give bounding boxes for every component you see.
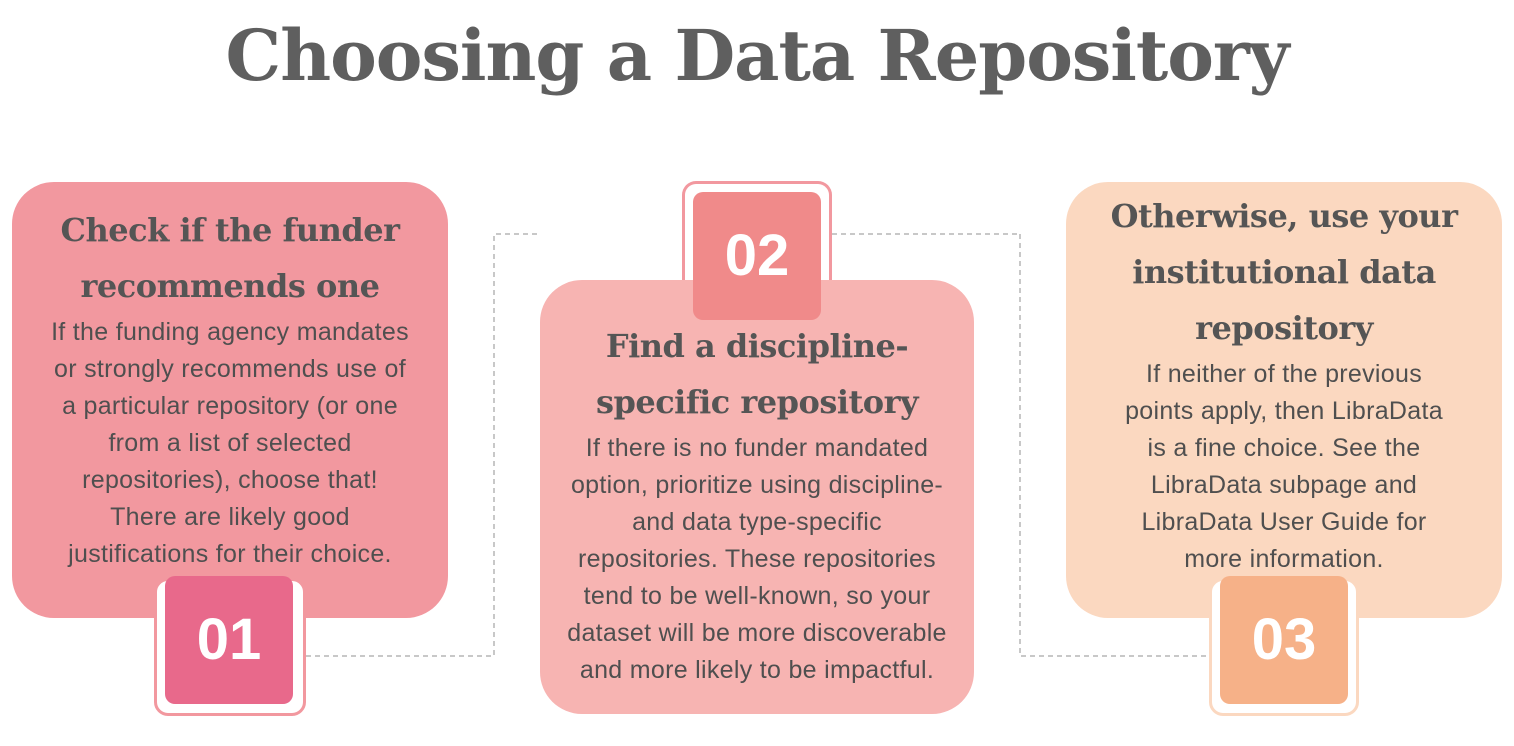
step-3-body-line: LibraData subpage and [1150, 471, 1418, 499]
step-3-heading-line: institutional data [1132, 253, 1436, 291]
step-card-3: Otherwise, use your institutional data r… [1066, 182, 1502, 618]
step-2-body-line: repositories. These repositories [578, 545, 936, 573]
step-1-number-badge: 01 [165, 576, 293, 704]
step-2-body-line: and more likely to be impactful. [579, 656, 935, 684]
step-1-heading-line: recommends one [80, 267, 380, 305]
step-2-body-line: dataset will be more discoverable [567, 619, 947, 647]
step-1-body: If the funding agency mandates or strong… [26, 314, 434, 573]
step-3-heading: Otherwise, use your institutional data r… [1086, 188, 1482, 356]
step-2-heading-line: Find a discipline- [605, 327, 909, 365]
step-1-body-line: justifications for their choice. [68, 540, 392, 568]
step-2-body-line: and data type-specific [632, 508, 882, 536]
step-3-number-badge: 03 [1220, 576, 1348, 704]
step-2-number-badge: 02 [693, 192, 821, 320]
step-3-body-line: more information. [1184, 545, 1384, 573]
step-1-body-line: repositories), choose that! [82, 466, 378, 494]
step-2-heading: Find a discipline- specific repository [548, 318, 966, 430]
step-1-body-line: There are likely good [110, 503, 350, 531]
step-1-body-line: or strongly recommends use of [54, 355, 406, 383]
step-1-heading-line: Check if the funder [60, 211, 400, 249]
step-card-2: Find a discipline- specific repository I… [540, 280, 974, 714]
step-2-body-line: If there is no funder mandated [585, 434, 929, 462]
step-1-body-line: If the funding agency mandates [51, 318, 409, 346]
step-2-heading-line: specific repository [595, 383, 919, 421]
step-1-body-line: from a list of selected [108, 429, 352, 457]
step-2-body: If there is no funder mandated option, p… [548, 430, 966, 689]
step-1-body-line: a particular repository (or one [62, 392, 398, 420]
step-2-body-line: option, prioritize using discipline- [570, 471, 944, 499]
step-card-1: Check if the funder recommends one If th… [12, 182, 448, 618]
step-3-body-line: If neither of the previous [1145, 360, 1422, 388]
step-1-heading: Check if the funder recommends one [26, 202, 434, 314]
step-3-body-line: LibraData User Guide for [1141, 508, 1427, 536]
step-3-body-line: points apply, then LibraData [1125, 397, 1443, 425]
step-2-body-line: tend to be well-known, so your [583, 582, 931, 610]
step-3-body: If neither of the previous points apply,… [1086, 356, 1482, 578]
step-3-heading-line: repository [1195, 309, 1373, 347]
step-3-heading-line: Otherwise, use your [1110, 197, 1458, 235]
step-3-body-line: is a fine choice. See the [1147, 434, 1421, 462]
